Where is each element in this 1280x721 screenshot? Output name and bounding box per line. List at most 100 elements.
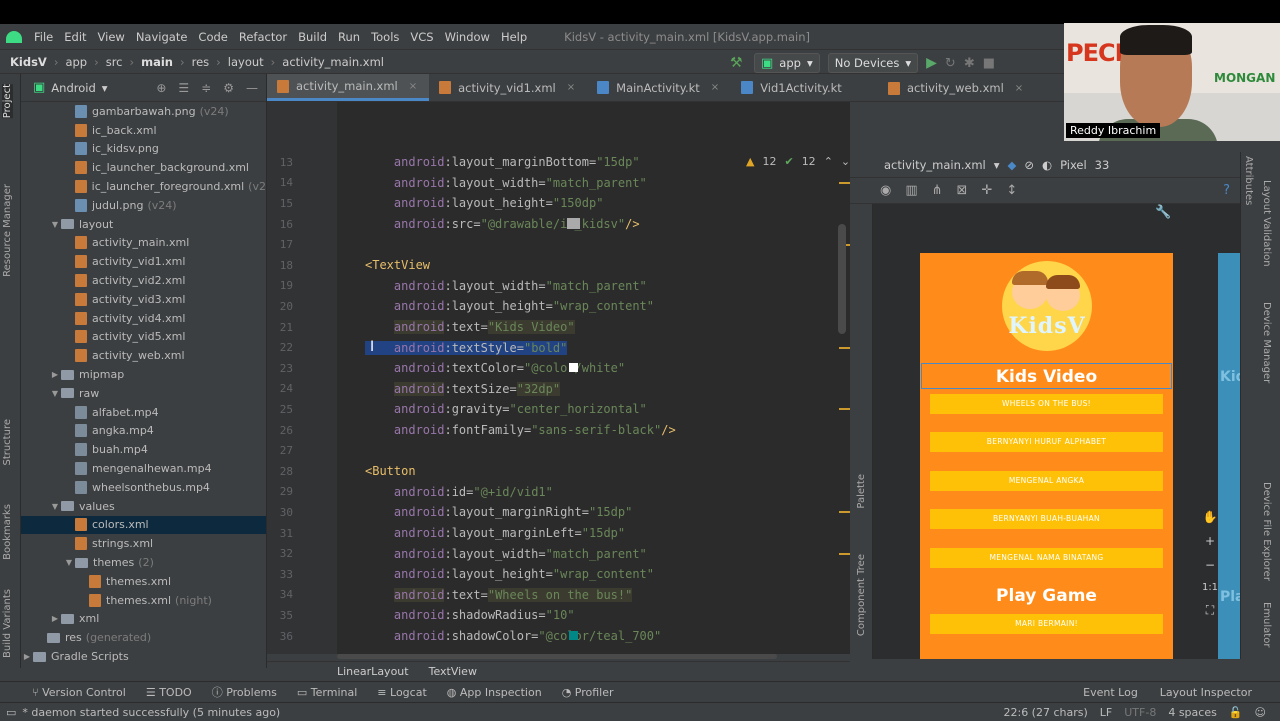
help-icon[interactable]: ?: [1223, 183, 1230, 198]
tree-item[interactable]: activity_vid5.xml: [21, 328, 266, 347]
zoom-in-icon[interactable]: +: [1205, 534, 1215, 548]
chevron-right-icon[interactable]: ▶: [49, 614, 61, 623]
menu-item-build[interactable]: Build: [298, 30, 327, 44]
bottom-tab[interactable]: ☰ TODO: [146, 686, 192, 699]
bottom-right-tab[interactable]: Event Log: [1083, 686, 1138, 699]
bottom-tab[interactable]: ◔ Profiler: [562, 686, 614, 699]
code-line[interactable]: 31 android:layout_marginLeft="15dp": [267, 523, 850, 544]
bottom-tab[interactable]: ⓘ Problems: [212, 684, 277, 700]
tree-item[interactable]: ▼ themes (2): [21, 553, 266, 572]
pack-horizontal-icon[interactable]: ✛: [981, 183, 992, 198]
breadcrumb-item[interactable]: app: [65, 55, 87, 69]
layout-file-selector[interactable]: activity_main.xml: [884, 158, 986, 172]
chevron-down-icon[interactable]: ▼: [49, 502, 61, 511]
hide-icon[interactable]: —: [246, 81, 258, 95]
lock-icon[interactable]: 🔓: [1229, 706, 1243, 719]
bookmarks-tool-tab[interactable]: Bookmarks: [2, 504, 13, 560]
code-line[interactable]: 13 android:layout_marginBottom="15dp": [267, 152, 850, 173]
preview-button[interactable]: MENGENAL NAMA BINATANG: [930, 548, 1163, 568]
palette-tab[interactable]: Palette: [856, 474, 867, 509]
component-tree-tab[interactable]: Component Tree: [856, 554, 867, 636]
menu-item-vcs[interactable]: VCS: [410, 30, 433, 44]
tree-item[interactable]: ▶ xml: [21, 610, 266, 629]
menu-item-file[interactable]: File: [34, 30, 53, 44]
chevron-down-icon[interactable]: ▾: [102, 81, 108, 95]
chevron-down-icon[interactable]: ▼: [63, 558, 75, 567]
stop-icon[interactable]: ■: [983, 56, 995, 71]
bottom-right-tab[interactable]: Layout Inspector: [1160, 686, 1252, 699]
layout-validation-tool-tab[interactable]: Layout Validation: [1261, 180, 1272, 267]
editor-vertical-scrollbar[interactable]: [838, 224, 846, 334]
editor-horizontal-scrollbar[interactable]: [337, 654, 777, 659]
emulator-tool-tab[interactable]: Emulator: [1261, 602, 1272, 647]
menu-item-refactor[interactable]: Refactor: [239, 30, 287, 44]
device-dropdown[interactable]: No Devices ▾: [827, 53, 919, 73]
resource-manager-tool-tab[interactable]: Resource Manager: [2, 184, 13, 277]
apply-changes-icon[interactable]: ↻: [945, 56, 956, 71]
layers-icon[interactable]: ◆: [1008, 158, 1017, 172]
chevron-down-icon[interactable]: ▼: [49, 220, 61, 229]
code-line[interactable]: 24 android:textSize="32dp": [267, 379, 850, 400]
tree-item[interactable]: activity_vid4.xml: [21, 309, 266, 328]
tree-item[interactable]: alfabet.mp4: [21, 403, 266, 422]
code-line[interactable]: 16 android:src="@drawable/ic_kidsv"/>: [267, 214, 850, 235]
breadcrumb-linearlayout[interactable]: LinearLayout: [337, 665, 409, 678]
preview-button[interactable]: WHEELS ON THE BUS!: [930, 394, 1163, 414]
menu-item-tools[interactable]: Tools: [371, 30, 399, 44]
night-mode-icon[interactable]: ◐: [1042, 158, 1052, 172]
magnet-icon[interactable]: ⋔: [932, 183, 943, 198]
file-encoding[interactable]: UTF-8: [1124, 706, 1156, 719]
tree-item[interactable]: mengenalhewan.mp4: [21, 459, 266, 478]
zoom-out-icon[interactable]: −: [1205, 558, 1215, 572]
tree-item[interactable]: activity_vid1.xml: [21, 252, 266, 271]
preview-button-play[interactable]: MARI BERMAIN!: [930, 614, 1163, 634]
tree-item[interactable]: res (generated): [21, 628, 266, 647]
tree-item[interactable]: colors.xml: [21, 515, 266, 535]
chevron-right-icon[interactable]: ▶: [49, 370, 61, 379]
code-line[interactable]: 14 android:layout_width="match_parent": [267, 173, 850, 194]
editor-tab[interactable]: activity_main.xml ×: [267, 74, 430, 101]
close-icon[interactable]: ×: [711, 82, 719, 93]
code-line[interactable]: 25 android:gravity="center_horizontal": [267, 399, 850, 420]
tree-item[interactable]: themes.xml: [21, 572, 266, 591]
tree-item[interactable]: activity_vid3.xml: [21, 290, 266, 309]
code-line[interactable]: 21 android:text="Kids Video": [267, 317, 850, 338]
preview-button[interactable]: MENGENAL ANGKA: [930, 471, 1163, 491]
bottom-tab[interactable]: ◍ App Inspection: [447, 686, 542, 699]
breadcrumb-item[interactable]: KidsV: [10, 55, 47, 69]
editor-tab[interactable]: activity_vid1.xml ×: [429, 74, 587, 101]
status-message[interactable]: * daemon started successfully (5 minutes…: [22, 706, 280, 719]
image-preview-icon[interactable]: [567, 217, 580, 229]
tree-item[interactable]: ic_launcher_foreground.xml (v2: [21, 177, 266, 196]
chevron-right-icon[interactable]: ▶: [21, 652, 33, 661]
bottom-tab[interactable]: ▭ Terminal: [297, 686, 357, 699]
build-variants-tool-tab[interactable]: Build Variants: [2, 589, 13, 658]
editor-tab[interactable]: activity_web.xml ×: [878, 74, 1035, 102]
tree-item[interactable]: angka.mp4: [21, 422, 266, 441]
blueprint-icon[interactable]: ▥: [905, 183, 917, 198]
code-line[interactable]: 35 android:shadowRadius="10": [267, 605, 850, 626]
tree-item[interactable]: ic_launcher_background.xml: [21, 158, 266, 177]
menu-item-navigate[interactable]: Navigate: [136, 30, 188, 44]
menu-item-code[interactable]: Code: [198, 30, 227, 44]
indent-setting[interactable]: 4 spaces: [1168, 706, 1217, 719]
zoom-to-fit-icon[interactable]: ⛶: [1206, 603, 1214, 618]
zoom-actual-size-button[interactable]: 1:1: [1202, 582, 1218, 593]
color-swatch-icon[interactable]: [569, 630, 578, 640]
code-line[interactable]: 18 <TextView: [267, 255, 850, 276]
layout-preview-screen[interactable]: KidsV Kids Video WHEELS ON THE BUS! BERNY…: [920, 253, 1173, 659]
bottom-tab[interactable]: ⑂ Version Control: [32, 686, 126, 699]
code-line[interactable]: 36 android:shadowColor="@color/teal_700": [267, 626, 850, 647]
close-icon[interactable]: ×: [567, 82, 575, 93]
tree-item[interactable]: ic_back.xml: [21, 121, 266, 140]
breadcrumb-item[interactable]: main: [141, 55, 173, 69]
chevron-down-icon[interactable]: ▾: [994, 158, 1000, 172]
menu-item-view[interactable]: View: [98, 30, 125, 44]
code-line[interactable]: 20 android:layout_height="wrap_content": [267, 296, 850, 317]
tree-item[interactable]: judul.png (v24): [21, 196, 266, 215]
code-line[interactable]: 29 android:id="@+id/vid1": [267, 482, 850, 503]
api-selector[interactable]: 33: [1095, 158, 1110, 172]
clear-constraints-icon[interactable]: ⊠: [957, 183, 968, 198]
attributes-tool-tab[interactable]: Attributes: [1243, 156, 1254, 205]
device-manager-tool-tab[interactable]: Device Manager: [1261, 302, 1272, 383]
